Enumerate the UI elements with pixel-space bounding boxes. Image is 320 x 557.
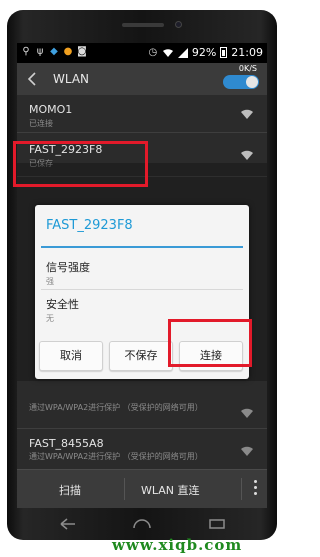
cancel-button[interactable]: 取消 [39,341,103,371]
shield-icon: ◆ [50,46,58,57]
network-name: FAST_8455A8 [29,437,104,450]
divider [41,289,243,290]
phone-frame: ⚲ ψ ◆ ● ◙ ◷ 92% 21:09 WLAN 0K/S MOMO1 已连… [7,10,277,540]
security-label: 安全性 [46,298,79,311]
action-bar: WLAN 0K/S [17,63,267,95]
wifi-status-icon [162,48,173,57]
net-speed: 0K/S [238,64,257,73]
front-camera [175,21,182,28]
signal-strength-value: 强 [46,277,54,286]
home-key-icon[interactable] [130,516,154,532]
notification-icon: ◙ [77,46,87,57]
dialog-title: FAST_2923F8 [46,218,133,233]
more-menu-icon[interactable] [254,480,258,498]
wifi-signal-icon [241,408,253,418]
usb-debug-icon: ψ [36,46,44,57]
wlan-direct-button[interactable]: WLAN 直连 [141,482,200,498]
wifi-signal-icon [241,109,253,119]
app-icon: ● [63,46,73,57]
battery-percent: 92% [191,46,217,59]
toolbar-divider [124,478,125,500]
security-value: 无 [46,314,54,323]
network-name: MOMO1 [29,103,73,116]
menu-key-icon[interactable] [205,516,229,532]
network-row-protected[interactable]: 通过WPA/WPA2进行保护 （受保护的网络可用） [17,395,267,429]
toolbar-divider [241,478,242,500]
clock: 21:09 [231,46,263,59]
page-title: WLAN [53,72,90,86]
screen: ⚲ ψ ◆ ● ◙ ◷ 92% 21:09 WLAN 0K/S MOMO1 已连… [17,43,267,508]
network-row-momo1[interactable]: MOMO1 已连接 [17,95,267,133]
forget-button[interactable]: 不保存 [109,341,173,371]
wifi-signal-icon [241,150,253,160]
earpiece [122,23,164,27]
wlan-toggle[interactable] [223,75,259,89]
bottom-toolbar: 扫描 WLAN 直连 [17,469,267,508]
back-arrow-icon[interactable] [25,71,39,87]
scan-button[interactable]: 扫描 [59,482,81,498]
battery-icon [220,47,228,58]
network-status: 通过WPA/WPA2进行保护 （受保护的网络可用） [29,403,203,412]
highlight-box-network [13,141,148,187]
back-key-icon[interactable] [55,516,79,532]
watermark: www.xiqb.com [112,536,243,554]
wifi-signal-icon [241,446,253,456]
dialog-title-divider [41,246,243,248]
network-status: 通过WPA/WPA2进行保护 （受保护的网络可用） [29,452,203,461]
signal-icon [177,47,188,58]
alarm-icon: ◷ [148,46,158,58]
signal-strength-label: 信号强度 [46,261,90,274]
network-row-fast-8455a8[interactable]: FAST_8455A8 通过WPA/WPA2进行保护 （受保护的网络可用） [17,429,267,469]
status-bar: ⚲ ψ ◆ ● ◙ ◷ 92% 21:09 [17,43,267,63]
network-status: 已连接 [29,119,53,128]
usb-icon: ⚲ [22,46,30,57]
highlight-box-connect [168,319,252,367]
